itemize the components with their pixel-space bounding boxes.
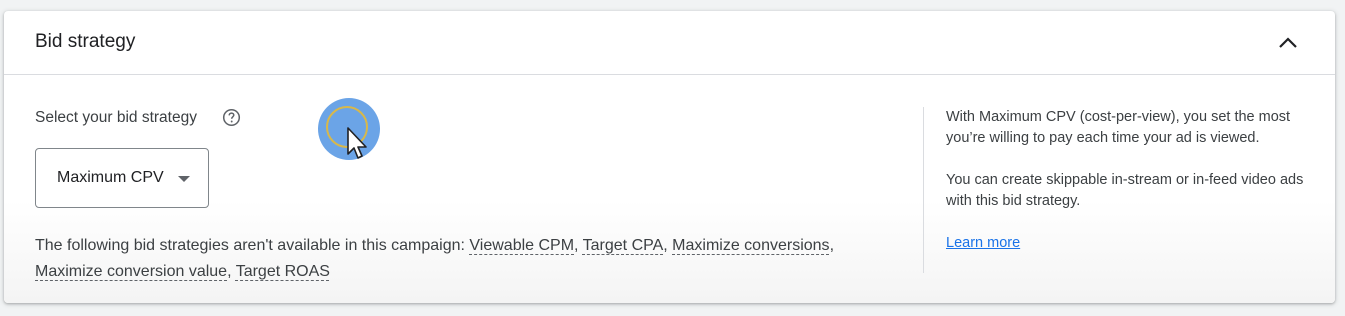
card-header[interactable]: Bid strategy	[4, 11, 1335, 75]
card-title: Bid strategy	[35, 31, 136, 52]
learn-more-link[interactable]: Learn more	[946, 235, 1020, 251]
unavailable-strategies-notice: The following bid strategies aren't avai…	[35, 233, 895, 285]
bid-strategy-card: Bid strategy Select your bid strategy Ma…	[4, 11, 1335, 303]
separator: ,	[574, 237, 583, 254]
chevron-up-icon	[1279, 37, 1297, 48]
unavailable-viewable-cpm[interactable]: Viewable CPM	[469, 237, 574, 254]
caret-down-icon	[178, 176, 190, 182]
unavailable-target-roas[interactable]: Target ROAS	[236, 263, 330, 280]
separator: ,	[663, 237, 673, 254]
notice-text: The following bid strategies aren't avai…	[35, 237, 470, 254]
unavailable-maximize-conversion-value[interactable]: Maximize conversion value	[35, 263, 227, 280]
separator: ,	[227, 263, 236, 280]
select-bid-strategy-label: Select your bid strategy	[35, 109, 197, 126]
help-circle-icon[interactable]	[222, 108, 241, 127]
info-paragraph-1: With Maximum CPV (cost-per-view), you se…	[946, 109, 1291, 146]
dropdown-selected-value: Maximum CPV	[57, 169, 164, 186]
card-body: Select your bid strategy Maximum CPV The…	[4, 75, 1335, 303]
strategy-info-panel: With Maximum CPV (cost-per-view), you se…	[946, 107, 1316, 254]
vertical-divider	[923, 107, 924, 273]
separator: ,	[829, 237, 835, 254]
unavailable-maximize-conversions[interactable]: Maximize conversions	[672, 237, 829, 254]
unavailable-target-cpa[interactable]: Target CPA	[583, 237, 664, 254]
info-paragraph-2: You can create skippable in-stream or in…	[946, 172, 1304, 209]
bid-strategy-dropdown[interactable]: Maximum CPV	[35, 148, 209, 208]
collapse-button[interactable]	[1270, 27, 1306, 59]
